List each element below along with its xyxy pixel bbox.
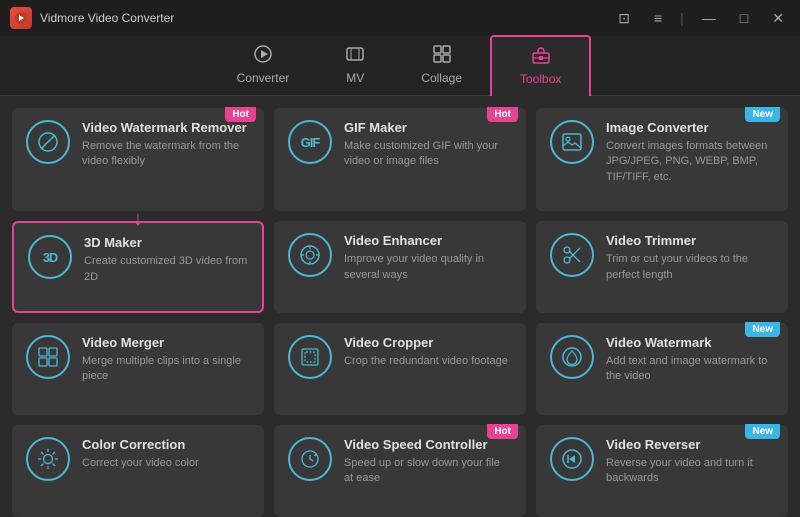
tab-toolbox[interactable]: Toolbox	[490, 35, 591, 96]
tab-mv-label: MV	[346, 71, 364, 85]
tool-icon-color-correction	[26, 437, 70, 481]
toolbox-grid: Hot Video Watermark Remover Remove the w…	[0, 96, 800, 517]
tool-card-gif-maker[interactable]: Hot GIF GIF Maker Make customized GIF wi…	[274, 108, 526, 211]
tool-desc-video-cropper: Crop the redundant video footage	[344, 354, 512, 369]
tool-title-video-cropper: Video Cropper	[344, 335, 512, 350]
badge-image-converter: New	[745, 107, 780, 122]
tool-icon-video-watermark	[550, 335, 594, 379]
nav-tabs: Converter MV Collage	[0, 36, 800, 96]
tool-info-image-converter: Image Converter Convert images formats b…	[606, 120, 774, 185]
app-logo	[10, 7, 32, 29]
tool-card-video-cropper[interactable]: Video Cropper Crop the redundant video f…	[274, 323, 526, 415]
tool-desc-gif-maker: Make customized GIF with your video or i…	[344, 139, 512, 170]
tool-title-video-merger: Video Merger	[82, 335, 250, 350]
tool-info-video-watermark: Video Watermark Add text and image water…	[606, 335, 774, 385]
tool-info-3d-maker: 3D Maker Create customized 3D video from…	[84, 235, 248, 285]
badge-video-watermark-remover: Hot	[225, 107, 256, 122]
app-title: Vidmore Video Converter	[40, 11, 174, 25]
tool-desc-video-trimmer: Trim or cut your videos to the perfect l…	[606, 252, 774, 283]
tool-card-3d-maker[interactable]: 3D 3D Maker Create customized 3D video f…	[12, 221, 264, 313]
tool-card-video-trimmer[interactable]: Video Trimmer Trim or cut your videos to…	[536, 221, 788, 313]
tool-icon-video-speed-controller	[288, 437, 332, 481]
badge-gif-maker: Hot	[487, 107, 518, 122]
settings-btn[interactable]: ⊡	[612, 8, 636, 29]
tool-desc-3d-maker: Create customized 3D video from 2D	[84, 254, 248, 285]
tool-icon-video-watermark-remover	[26, 120, 70, 164]
title-bar-left: Vidmore Video Converter	[10, 7, 174, 29]
tool-card-video-merger[interactable]: Video Merger Merge multiple clips into a…	[12, 323, 264, 415]
tool-desc-video-reverser: Reverse your video and turn it backwards	[606, 456, 774, 487]
tool-title-video-enhancer: Video Enhancer	[344, 233, 512, 248]
tool-title-gif-maker: GIF Maker	[344, 120, 512, 135]
tool-title-video-watermark: Video Watermark	[606, 335, 774, 350]
tool-info-video-cropper: Video Cropper Crop the redundant video f…	[344, 335, 512, 369]
tool-icon-video-merger	[26, 335, 70, 379]
tool-info-video-watermark-remover: Video Watermark Remover Remove the water…	[82, 120, 250, 170]
tool-desc-video-merger: Merge multiple clips into a single piece	[82, 354, 250, 385]
tool-icon-video-trimmer	[550, 233, 594, 277]
title-bar: Vidmore Video Converter ⊡ ≡ | — □ ✕	[0, 0, 800, 36]
tool-desc-video-enhancer: Improve your video quality in several wa…	[344, 252, 512, 283]
tool-title-video-trimmer: Video Trimmer	[606, 233, 774, 248]
tool-icon-video-cropper	[288, 335, 332, 379]
maximize-btn[interactable]: □	[734, 8, 754, 28]
tool-desc-color-correction: Correct your video color	[82, 456, 250, 471]
tool-title-3d-maker: 3D Maker	[84, 235, 248, 250]
mv-icon	[345, 44, 365, 67]
tool-info-video-trimmer: Video Trimmer Trim or cut your videos to…	[606, 233, 774, 283]
tool-card-video-enhancer[interactable]: Video Enhancer Improve your video qualit…	[274, 221, 526, 313]
tool-title-video-watermark-remover: Video Watermark Remover	[82, 120, 250, 135]
badge-video-reverser: New	[745, 424, 780, 439]
tool-info-video-merger: Video Merger Merge multiple clips into a…	[82, 335, 250, 385]
tool-icon-3d-maker: 3D	[28, 235, 72, 279]
tool-info-video-reverser: Video Reverser Reverse your video and tu…	[606, 437, 774, 487]
tool-info-color-correction: Color Correction Correct your video colo…	[82, 437, 250, 471]
tab-mv[interactable]: MV	[317, 36, 393, 95]
tab-collage[interactable]: Collage	[393, 36, 490, 95]
tool-title-video-reverser: Video Reverser	[606, 437, 774, 452]
tool-icon-video-enhancer	[288, 233, 332, 277]
tool-card-color-correction[interactable]: Color Correction Correct your video colo…	[12, 425, 264, 517]
collage-icon	[432, 44, 452, 67]
tool-card-image-converter[interactable]: New Image Converter Convert images forma…	[536, 108, 788, 211]
tool-icon-gif-maker: GIF	[288, 120, 332, 164]
title-bar-controls: ⊡ ≡ | — □ ✕	[612, 8, 790, 29]
tool-icon-image-converter	[550, 120, 594, 164]
tool-info-video-enhancer: Video Enhancer Improve your video qualit…	[344, 233, 512, 283]
menu-btn[interactable]: ≡	[648, 8, 668, 28]
tab-converter[interactable]: Converter	[209, 36, 318, 95]
converter-icon	[253, 44, 273, 67]
tool-desc-video-watermark-remover: Remove the watermark from the video flex…	[82, 139, 250, 170]
arrow-indicator: ↓	[133, 208, 143, 231]
tool-desc-video-watermark: Add text and image watermark to the vide…	[606, 354, 774, 385]
tool-card-video-watermark-remover[interactable]: Hot Video Watermark Remover Remove the w…	[12, 108, 264, 211]
toolbox-icon	[531, 45, 551, 68]
badge-video-speed-controller: Hot	[487, 424, 518, 439]
tool-title-image-converter: Image Converter	[606, 120, 774, 135]
tool-card-video-reverser[interactable]: New Video Reverser Reverse your video an…	[536, 425, 788, 517]
tool-desc-video-speed-controller: Speed up or slow down your file at ease	[344, 456, 512, 487]
tool-card-video-watermark[interactable]: New Video Watermark Add text and image w…	[536, 323, 788, 415]
close-btn[interactable]: ✕	[766, 8, 790, 29]
tool-info-video-speed-controller: Video Speed Controller Speed up or slow …	[344, 437, 512, 487]
tab-toolbox-label: Toolbox	[520, 72, 561, 86]
tool-desc-image-converter: Convert images formats between JPG/JPEG,…	[606, 139, 774, 185]
tab-converter-label: Converter	[237, 71, 290, 85]
tool-info-gif-maker: GIF Maker Make customized GIF with your …	[344, 120, 512, 170]
tool-card-video-speed-controller[interactable]: Hot Video Speed Controller Speed up or s…	[274, 425, 526, 517]
tool-title-video-speed-controller: Video Speed Controller	[344, 437, 512, 452]
tab-collage-label: Collage	[421, 71, 462, 85]
badge-video-watermark: New	[745, 322, 780, 337]
minimize-btn[interactable]: —	[696, 8, 722, 28]
tool-icon-video-reverser	[550, 437, 594, 481]
tool-title-color-correction: Color Correction	[82, 437, 250, 452]
